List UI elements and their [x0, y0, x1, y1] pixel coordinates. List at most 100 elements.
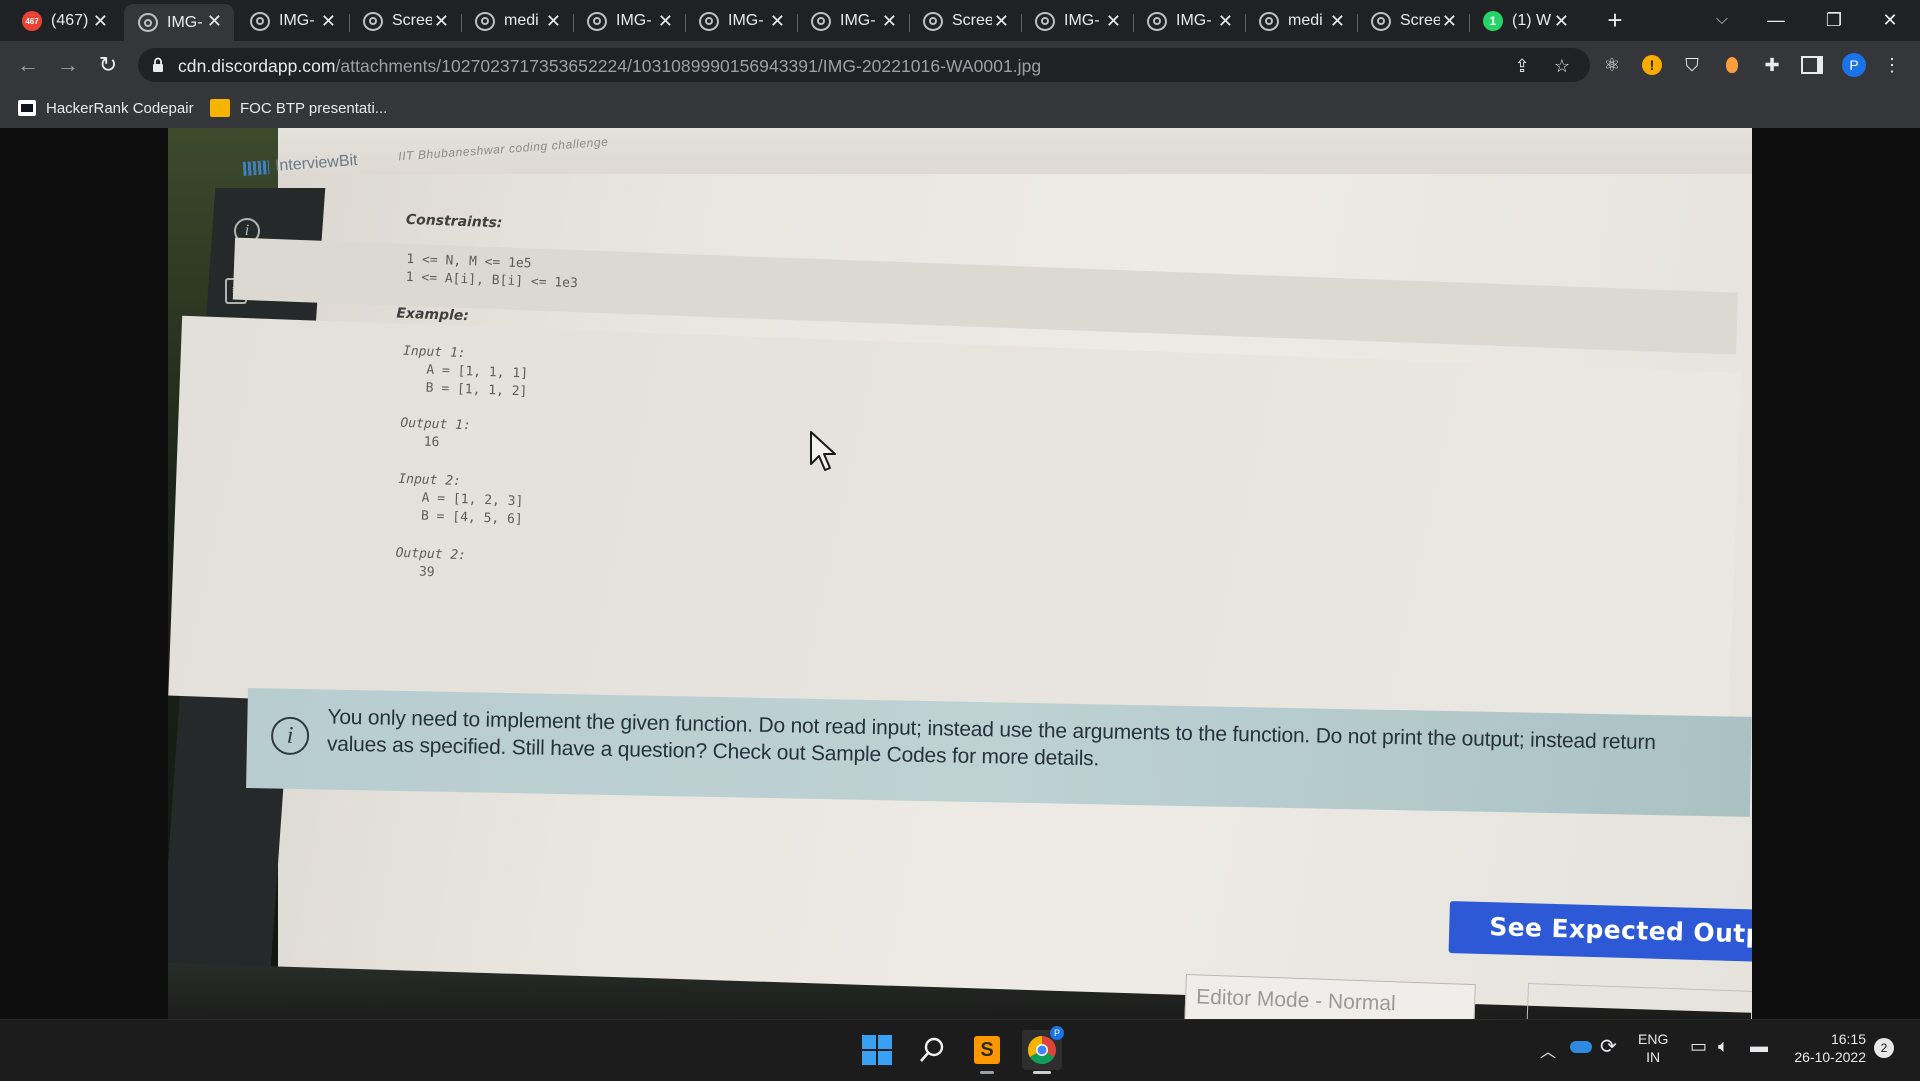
globe-icon	[587, 11, 607, 31]
tab-title: IMG-	[728, 12, 764, 29]
battery-icon[interactable]: ▬	[1750, 1036, 1768, 1057]
atom-extension-icon[interactable]: ⚛	[1600, 53, 1624, 77]
puzzle-extensions-icon[interactable]: ✚	[1760, 53, 1784, 77]
tab-img[interactable]: IMG- ✕	[797, 4, 909, 38]
alert-extension-icon[interactable]: !	[1640, 53, 1664, 77]
tab-youtube[interactable]: 467 (467) ✕	[8, 4, 120, 38]
sublime-text-icon[interactable]: S	[967, 1030, 1007, 1074]
onedrive-cloud-icon[interactable]	[1570, 1040, 1592, 1056]
close-icon[interactable]: ✕	[994, 12, 1009, 30]
volume-icon[interactable]: 🔈︎	[1718, 1036, 1729, 1057]
browser-toolbar: ← → ↻ cdn.discordapp.com/attachments/102…	[0, 41, 1920, 88]
output2-label: Output 2:	[395, 545, 467, 564]
restore-icon[interactable]: ❐	[1814, 6, 1854, 34]
url-path: /attachments/1027023717353652224/1031089…	[335, 56, 1042, 76]
tab-screenshot[interactable]: Scree ✕	[909, 4, 1021, 38]
url-host: cdn.discordapp.com	[178, 56, 336, 76]
constraints-heading: Constraints:	[405, 211, 503, 232]
output2-value: 39	[418, 564, 435, 581]
editor-mode-select[interactable]: Editor Mode - Normal	[1183, 974, 1476, 1019]
tab-img-active[interactable]: IMG- ✕	[124, 4, 234, 41]
close-window-icon[interactable]: ✕	[1870, 6, 1910, 34]
globe-icon	[923, 11, 943, 31]
search-icon[interactable]	[912, 1030, 952, 1070]
tab-img[interactable]: IMG- ✕	[236, 4, 348, 38]
tab-screenshot[interactable]: Scree ✕	[1357, 4, 1469, 38]
fox-extension-icon[interactable]	[1720, 53, 1744, 77]
app-running-indicator	[980, 1071, 994, 1074]
tab-img[interactable]: IMG- ✕	[1021, 4, 1133, 38]
tab-title: Scree	[392, 12, 432, 29]
tab-whatsapp[interactable]: 1 (1) W ✕	[1469, 4, 1581, 38]
sync-icon[interactable]: ⟳	[1600, 1034, 1617, 1059]
windows-start-icon[interactable]	[857, 1030, 897, 1070]
info-circle-icon: i	[270, 716, 310, 756]
bookmark-label: HackerRank Codepair	[46, 99, 194, 117]
close-icon[interactable]: ✕	[93, 12, 108, 30]
tab-search-chevron-icon[interactable]: ⌵	[1710, 8, 1734, 32]
tab-media[interactable]: medi ✕	[1245, 4, 1357, 38]
info-banner-text: You only need to implement the given fun…	[326, 705, 1656, 771]
tab-media[interactable]: medi ✕	[461, 4, 573, 38]
youtube-icon: 467	[22, 11, 42, 31]
globe-icon	[250, 11, 270, 31]
globe-icon	[138, 13, 158, 32]
tab-title: (467)	[51, 12, 89, 29]
clock[interactable]: 16:15 26-10-2022	[1790, 1030, 1866, 1066]
see-expected-output-button[interactable]: See Expected Outp	[1448, 901, 1752, 962]
language-indicator[interactable]: ENG IN	[1638, 1030, 1668, 1066]
input1-label: Input 1:	[402, 343, 466, 362]
new-tab-button[interactable]: +	[1600, 6, 1630, 36]
input2-label: Input 2:	[398, 471, 462, 490]
tab-title: IMG-	[616, 12, 652, 29]
reload-icon[interactable]: ↻	[92, 49, 124, 81]
profile-avatar[interactable]: P	[1842, 53, 1866, 77]
globe-icon	[1147, 11, 1167, 31]
lock-icon	[153, 57, 163, 72]
tab-img[interactable]: IMG- ✕	[1133, 4, 1245, 38]
tab-title: IMG-	[840, 12, 876, 29]
url-text: cdn.discordapp.com/attachments/102702371…	[178, 56, 1041, 77]
star-icon[interactable]: ☆	[1550, 54, 1574, 78]
close-icon[interactable]: ✕	[1106, 12, 1121, 30]
tab-title: IMG-	[1176, 12, 1212, 29]
side-panel-icon[interactable]	[1800, 53, 1824, 77]
back-arrow-icon[interactable]: ←	[12, 49, 44, 81]
whatsapp-icon: 1	[1483, 11, 1503, 31]
bookmark-label: FOC BTP presentati...	[240, 99, 388, 117]
close-icon[interactable]: ✕	[882, 12, 897, 30]
close-icon[interactable]: ✕	[1442, 12, 1457, 30]
tab-strip: 467 (467) ✕ IMG- ✕ IMG- ✕ Scree ✕ medi ✕…	[0, 0, 1920, 41]
network-icon[interactable]: ▭	[1690, 1036, 1707, 1057]
close-icon[interactable]: ✕	[1218, 12, 1233, 30]
chrome-icon[interactable]: P	[1022, 1026, 1064, 1074]
tab-img[interactable]: IMG- ✕	[685, 4, 797, 38]
address-bar[interactable]: cdn.discordapp.com/attachments/102702371…	[138, 48, 1590, 82]
close-icon[interactable]: ✕	[321, 12, 336, 30]
forward-arrow-icon[interactable]: →	[52, 49, 84, 81]
globe-icon	[1371, 11, 1391, 31]
photo-of-screen: InterviewBit IIT Bhubaneshwar coding cha…	[168, 128, 1752, 1019]
editor-option-box[interactable]	[1525, 983, 1752, 1019]
tab-img[interactable]: IMG- ✕	[573, 4, 685, 38]
minimize-icon[interactable]: —	[1756, 6, 1796, 34]
share-icon[interactable]: ⇪	[1510, 54, 1534, 78]
tab-screenshot[interactable]: Scree ✕	[349, 4, 461, 38]
close-icon[interactable]: ✕	[770, 12, 785, 30]
close-icon[interactable]: ✕	[207, 12, 222, 30]
notification-badge[interactable]: 2	[1874, 1038, 1894, 1058]
app-active-indicator	[1033, 1071, 1051, 1074]
bookmark-hackerrank[interactable]: HackerRank Codepair	[18, 96, 194, 120]
close-icon[interactable]: ✕	[434, 12, 449, 30]
hackerrank-icon	[18, 100, 36, 116]
shield-extension-icon[interactable]: ⛉	[1680, 53, 1704, 77]
menu-kebab-icon[interactable]: ⋮	[1880, 53, 1904, 77]
bookmark-foc-btp[interactable]: FOC BTP presentati...	[210, 96, 387, 120]
close-icon[interactable]: ✕	[1330, 12, 1345, 30]
close-icon[interactable]: ✕	[546, 12, 561, 30]
close-icon[interactable]: ✕	[1554, 12, 1569, 30]
example-block	[168, 315, 1742, 753]
chevron-up-icon[interactable]: ︿	[1540, 1038, 1556, 1062]
profile-badge-icon: P	[1050, 1026, 1064, 1040]
close-icon[interactable]: ✕	[658, 12, 673, 30]
